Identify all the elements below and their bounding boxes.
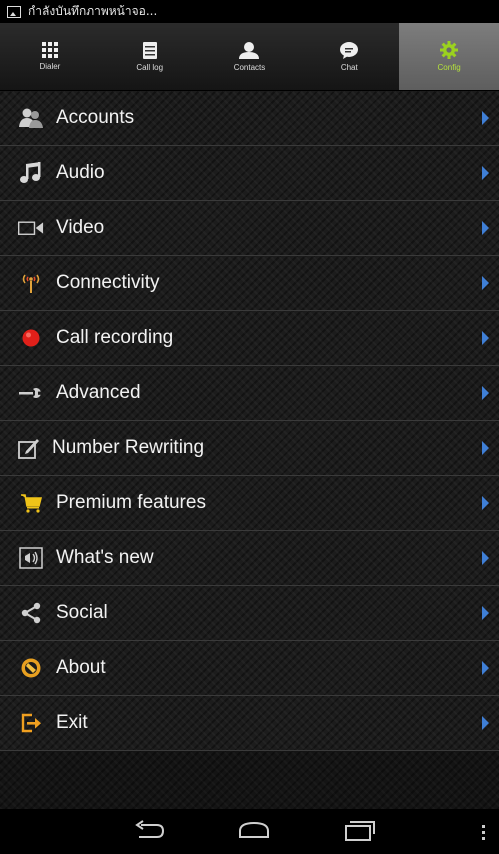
system-nav-bar: [0, 809, 499, 854]
menu-item-social[interactable]: Social: [0, 586, 499, 641]
tab-chat[interactable]: Chat: [299, 23, 399, 90]
chevron-right-icon: [482, 221, 489, 235]
overflow-menu-icon[interactable]: [482, 825, 485, 843]
recent-apps-icon[interactable]: [344, 819, 376, 841]
menu-item-label: Exit: [56, 712, 88, 733]
menu-item-label: Audio: [56, 162, 105, 183]
status-text: กำลังบันทึกภาพหน้าจอ...: [28, 4, 158, 18]
wrench-icon: [18, 380, 44, 406]
tab-config[interactable]: Config: [399, 23, 499, 90]
menu-item-call-recording[interactable]: Call recording: [0, 311, 499, 366]
tab-call-log[interactable]: Call log: [100, 23, 200, 90]
exit-icon: [18, 710, 44, 736]
tab-label: Config: [437, 63, 461, 72]
menu-item-about[interactable]: About: [0, 641, 499, 696]
chevron-right-icon: [482, 386, 489, 400]
music-note-icon: [18, 160, 44, 186]
screenshot-icon: [7, 5, 21, 18]
menu-item-label: Premium features: [56, 492, 206, 513]
back-icon[interactable]: [133, 819, 165, 841]
menu-item-video[interactable]: Video: [0, 201, 499, 256]
chevron-right-icon: [482, 716, 489, 730]
chevron-right-icon: [482, 441, 489, 455]
menu-item-label: About: [56, 657, 106, 678]
antenna-icon: [18, 270, 44, 296]
menu-item-label: What's new: [56, 547, 154, 568]
menu-item-number-rewriting[interactable]: Number Rewriting: [0, 421, 499, 476]
tab-label: Contacts: [233, 62, 266, 72]
menu-item-label: Connectivity: [56, 272, 160, 293]
video-camera-icon: [18, 215, 44, 241]
share-icon: [18, 600, 44, 626]
call-log-icon: [142, 41, 157, 59]
dialpad-icon: [41, 42, 58, 58]
menu-background-filler: [0, 751, 499, 809]
chevron-right-icon: [482, 111, 489, 125]
menu-item-exit[interactable]: Exit: [0, 696, 499, 751]
menu-item-premium-features[interactable]: Premium features: [0, 476, 499, 531]
chevron-right-icon: [482, 551, 489, 565]
cart-icon: [18, 490, 44, 516]
home-icon[interactable]: [238, 819, 270, 841]
chat-bubble-icon: [340, 41, 359, 59]
chevron-right-icon: [482, 496, 489, 510]
menu-item-label: Number Rewriting: [52, 437, 205, 458]
chevron-right-icon: [482, 661, 489, 675]
status-bar: กำลังบันทึกภาพหน้าจอ...: [0, 0, 499, 23]
record-icon: [18, 325, 44, 351]
chevron-right-icon: [482, 276, 489, 290]
chevron-right-icon: [482, 331, 489, 345]
tab-dialer[interactable]: Dialer: [0, 23, 100, 90]
menu-item-whats-new[interactable]: What's new: [0, 531, 499, 586]
edit-icon: [16, 435, 42, 461]
chevron-right-icon: [482, 606, 489, 620]
menu-item-label: Social: [56, 602, 108, 623]
tab-label: Chat: [340, 62, 358, 72]
tab-bar: Dialer Call log Contacts Chat Config: [0, 23, 499, 91]
menu-item-label: Advanced: [56, 382, 141, 403]
chevron-right-icon: [482, 166, 489, 180]
contacts-icon: [239, 41, 260, 59]
menu-item-audio[interactable]: Audio: [0, 146, 499, 201]
accounts-icon: [18, 105, 44, 131]
tab-contacts[interactable]: Contacts: [200, 23, 300, 90]
menu-item-accounts[interactable]: Accounts: [0, 91, 499, 146]
tab-label: Dialer: [39, 62, 61, 71]
settings-menu: Accounts Audio Video Connectivity Call r…: [0, 91, 499, 751]
menu-item-label: Video: [56, 217, 105, 238]
menu-item-connectivity[interactable]: Connectivity: [0, 256, 499, 311]
megaphone-icon: [18, 545, 44, 571]
gear-icon: [440, 41, 459, 59]
about-icon: [18, 655, 44, 681]
menu-item-advanced[interactable]: Advanced: [0, 366, 499, 421]
menu-item-label: Accounts: [56, 107, 135, 128]
menu-item-label: Call recording: [56, 327, 174, 348]
tab-label: Call log: [136, 62, 164, 72]
